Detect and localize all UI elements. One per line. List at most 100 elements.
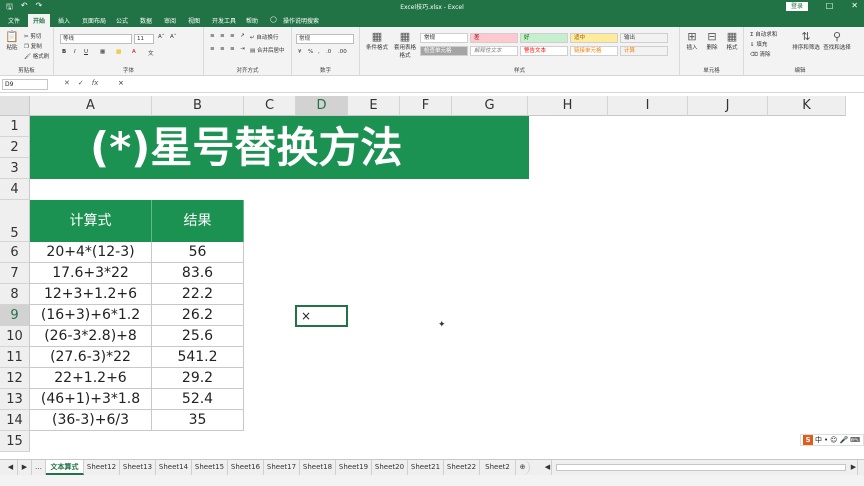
align-top-icon[interactable]: ≡ [210, 33, 215, 39]
increase-decimal-icon[interactable]: .0 [326, 49, 331, 55]
row-header-8[interactable]: 8 [0, 284, 30, 305]
keyboard-icon[interactable]: ⌨ [850, 435, 860, 445]
table-cell-result[interactable]: 29.2 [152, 368, 244, 389]
sheet-tab[interactable]: Sheet19 [336, 460, 372, 475]
delete-cells-button[interactable]: ⊟ 删除 [702, 30, 722, 51]
currency-icon[interactable]: ¥ [298, 49, 302, 55]
close-icon[interactable]: ✕ [851, 1, 858, 10]
column-header-I[interactable]: I [608, 96, 688, 116]
italic-button[interactable]: I [74, 49, 76, 55]
font-color-icon[interactable]: A [132, 49, 136, 55]
column-header-G[interactable]: G [452, 96, 528, 116]
sheet-tab[interactable]: Sheet21 [408, 460, 444, 475]
bold-button[interactable]: B [62, 49, 66, 55]
comma-icon[interactable]: , [318, 49, 320, 55]
align-middle-icon[interactable]: ≡ [220, 33, 225, 39]
insert-cells-button[interactable]: ⊞ 插入 [682, 30, 702, 51]
table-cell-result[interactable]: 83.6 [152, 263, 244, 284]
row-header-9[interactable]: 9 [0, 305, 30, 326]
tab-view[interactable]: 视图 [188, 16, 200, 25]
tab-home[interactable]: 开始 [28, 14, 51, 27]
row-header-6[interactable]: 6 [0, 242, 30, 263]
increase-font-icon[interactable]: A˄ [158, 34, 165, 40]
row-header-15[interactable]: 15 [0, 431, 30, 452]
row-header-5[interactable]: 5 [0, 200, 30, 242]
sheet-tab[interactable]: Sheet12 [84, 460, 120, 475]
column-header-K[interactable]: K [768, 96, 846, 116]
table-cell-formula[interactable]: (27.6-3)*22 [30, 347, 152, 368]
table-cell-result[interactable]: 26.2 [152, 305, 244, 326]
number-format-select[interactable]: 常规 [296, 34, 354, 44]
sheet-tab[interactable]: Sheet22 [444, 460, 480, 475]
style-calculation[interactable]: 计算 [620, 46, 668, 56]
tab-page-layout[interactable]: 页面布局 [82, 16, 106, 25]
percent-icon[interactable]: % [308, 49, 313, 55]
phonetic-icon[interactable]: 文 [148, 49, 154, 57]
table-cell-result[interactable]: 22.2 [152, 284, 244, 305]
underline-button[interactable]: U [84, 49, 88, 55]
find-select-button[interactable]: ⚲ 查找和选择 [822, 30, 852, 51]
row-header-7[interactable]: 7 [0, 263, 30, 284]
hscroll-right-icon[interactable]: ▶ [850, 460, 858, 475]
table-cell-result[interactable]: 35 [152, 410, 244, 431]
sheet-tab[interactable]: Sheet13 [120, 460, 156, 475]
selected-cell[interactable]: × [295, 305, 348, 327]
sort-filter-button[interactable]: ⇅ 排序和筛选 [792, 30, 820, 51]
punctuation-icon[interactable]: • [824, 435, 828, 445]
sheet-tab[interactable]: Sheet14 [156, 460, 192, 475]
style-normal[interactable]: 常规 [420, 33, 468, 43]
sheet-tab[interactable]: Sheet17 [264, 460, 300, 475]
column-header-D[interactable]: D [296, 96, 348, 116]
table-cell-result[interactable]: 56 [152, 242, 244, 263]
microphone-icon[interactable]: 🎤 [839, 435, 848, 445]
row-header-3[interactable]: 3 [0, 158, 30, 179]
copy-button[interactable]: ❐ 复制 [24, 42, 42, 50]
style-good[interactable]: 好 [520, 33, 568, 43]
decrease-decimal-icon[interactable]: .00 [338, 49, 347, 55]
name-box[interactable]: D9 [2, 79, 48, 90]
wrap-text-button[interactable]: ↵ 自动换行 [250, 33, 278, 41]
sheet-tab[interactable]: Sheet15 [192, 460, 228, 475]
column-header-E[interactable]: E [348, 96, 400, 116]
fill-button[interactable]: ⇓ 填充 [750, 40, 767, 48]
table-cell-result[interactable]: 25.6 [152, 326, 244, 347]
sheet-tab[interactable]: Sheet20 [372, 460, 408, 475]
tell-me-search[interactable]: 操作说明搜索 [283, 16, 319, 25]
column-header-J[interactable]: J [688, 96, 768, 116]
select-all-corner[interactable] [0, 96, 30, 116]
format-painter-button[interactable]: 🖌 格式刷 [24, 52, 49, 60]
column-header-F[interactable]: F [400, 96, 452, 116]
tab-developer[interactable]: 开发工具 [212, 16, 236, 25]
cut-button[interactable]: ✂ 剪切 [24, 32, 41, 40]
style-neutral[interactable]: 适中 [570, 33, 618, 43]
minimize-icon[interactable]: – [804, 1, 808, 10]
tab-file[interactable]: 文件 [8, 16, 20, 25]
style-bad[interactable]: 差 [470, 33, 518, 43]
next-sheet-icon[interactable]: ▶ [18, 460, 32, 475]
align-bottom-icon[interactable]: ≡ [230, 33, 235, 39]
table-cell-formula[interactable]: 20+4*(12-3) [30, 242, 152, 263]
table-cell-formula[interactable]: 22+1.2+6 [30, 368, 152, 389]
conditional-format-button[interactable]: ▦ 条件格式 [364, 30, 390, 51]
row-header-12[interactable]: 12 [0, 368, 30, 389]
style-warning[interactable]: 警告文本 [520, 46, 568, 56]
ime-language[interactable]: 中 [815, 435, 822, 445]
format-as-table-button[interactable]: ▦ 套用表格格式 [392, 30, 418, 59]
sheet-tab[interactable]: Sheet18 [300, 460, 336, 475]
row-header-14[interactable]: 14 [0, 410, 30, 431]
tab-insert[interactable]: 插入 [58, 16, 70, 25]
more-sheets-icon[interactable]: … [32, 460, 46, 475]
tab-formulas[interactable]: 公式 [116, 16, 128, 25]
row-header-4[interactable]: 4 [0, 179, 30, 200]
prev-sheet-icon[interactable]: ◀ [4, 460, 18, 475]
row-header-13[interactable]: 13 [0, 389, 30, 410]
table-cell-formula[interactable]: 12+3+1.2+6 [30, 284, 152, 305]
fill-color-icon[interactable]: ▩ [116, 49, 121, 55]
row-header-2[interactable]: 2 [0, 137, 30, 158]
align-right-icon[interactable]: ≡ [230, 46, 235, 52]
add-sheet-icon[interactable]: ⊕ [516, 460, 530, 475]
hscroll-left-icon[interactable]: ◀ [544, 460, 552, 475]
column-header-C[interactable]: C [244, 96, 296, 116]
style-output[interactable]: 输出 [620, 33, 668, 43]
tab-review[interactable]: 审阅 [164, 16, 176, 25]
